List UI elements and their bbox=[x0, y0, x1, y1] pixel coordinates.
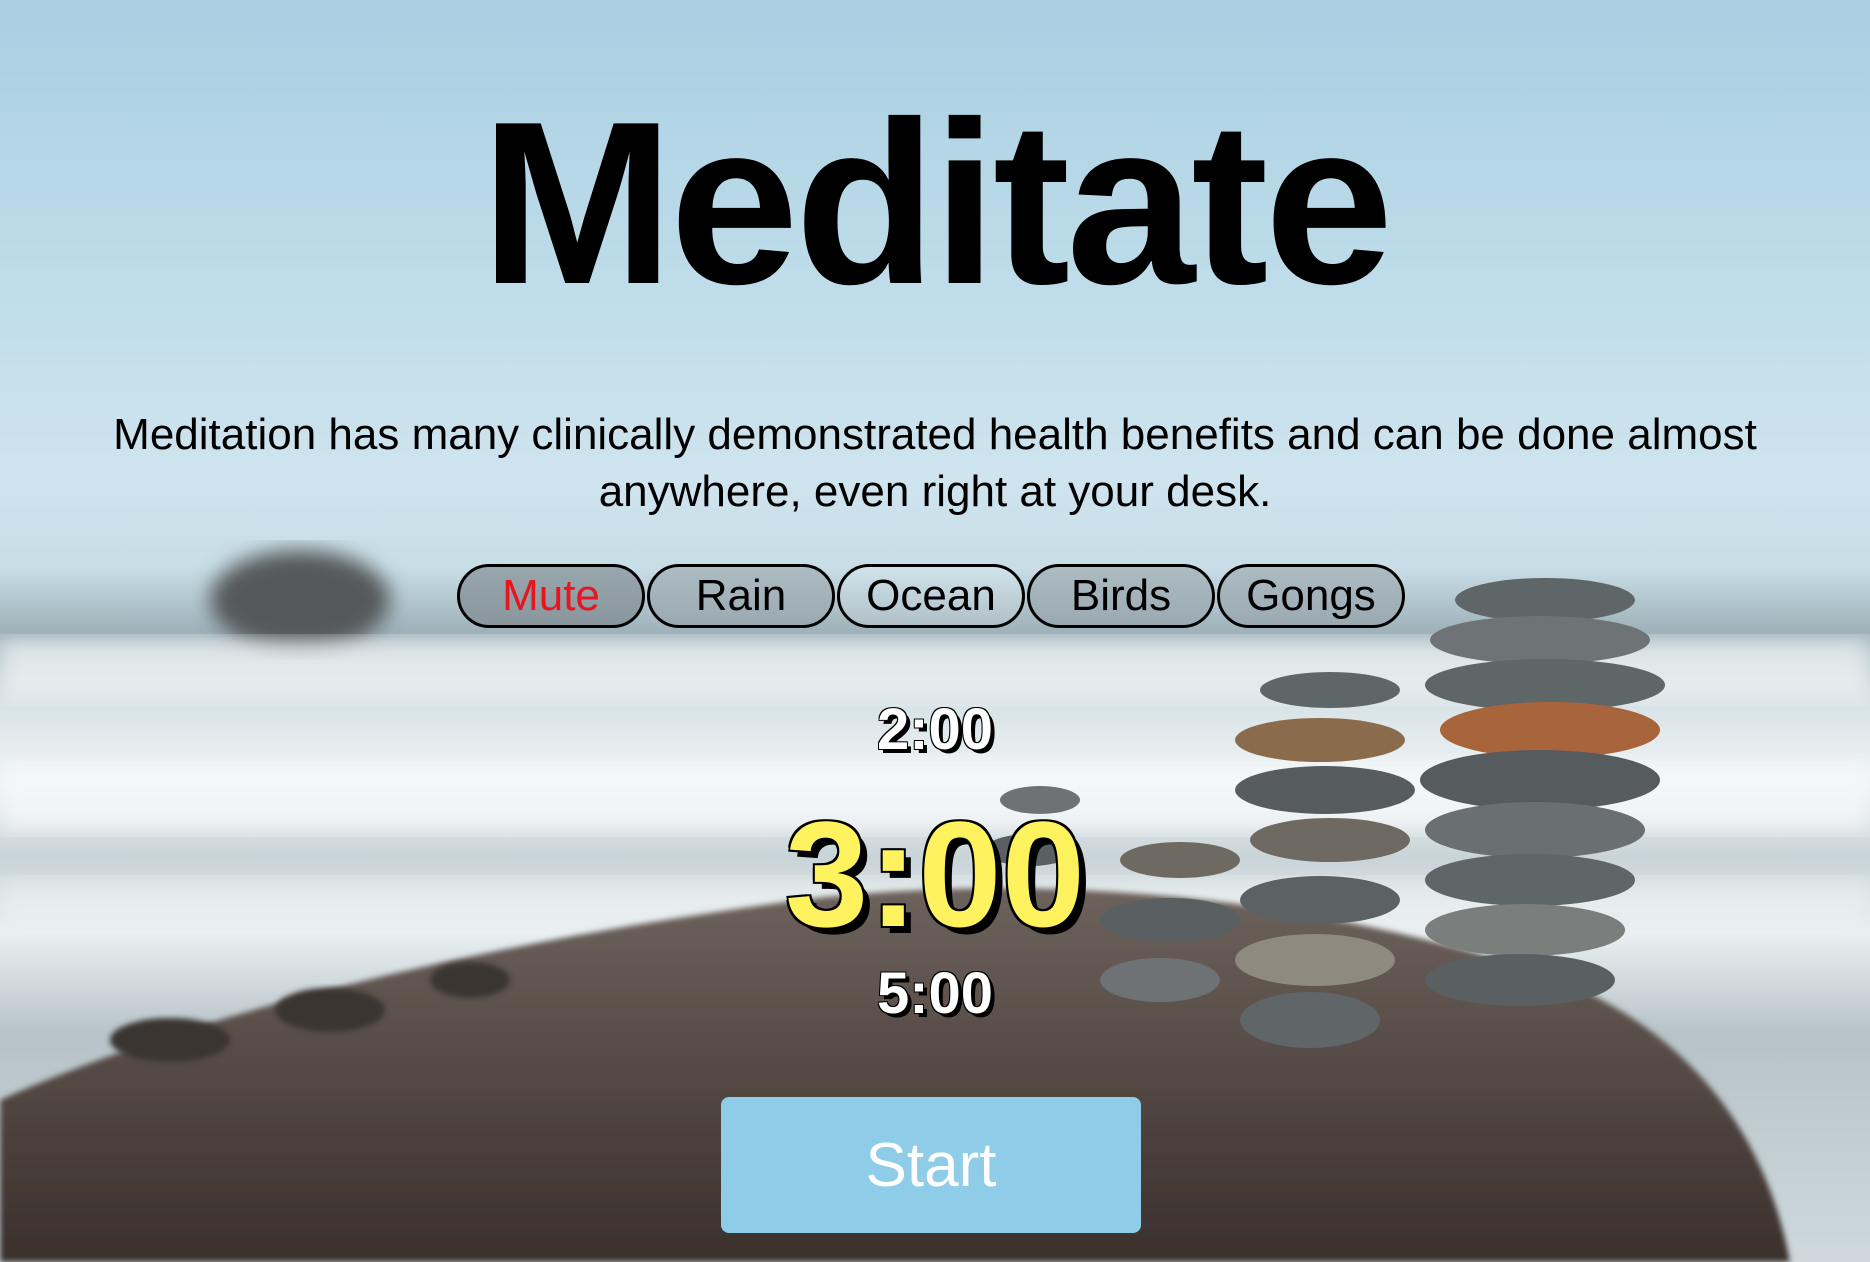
sound-button-birds[interactable]: Birds bbox=[1027, 564, 1215, 628]
sound-picker: Mute Rain Ocean Birds Gongs bbox=[457, 564, 1405, 628]
sound-button-gongs[interactable]: Gongs bbox=[1217, 564, 1405, 628]
page-description: Meditation has many clinically demonstra… bbox=[113, 410, 1757, 516]
duration-option-next[interactable]: 5:00 bbox=[0, 960, 1870, 1027]
duration-selected[interactable]: 3:00 bbox=[0, 788, 1870, 961]
sound-button-rain[interactable]: Rain bbox=[647, 564, 835, 628]
page-title: Meditate bbox=[480, 74, 1393, 333]
duration-option-previous[interactable]: 2:00 bbox=[0, 696, 1870, 763]
sound-button-ocean[interactable]: Ocean bbox=[837, 564, 1025, 628]
sound-button-mute[interactable]: Mute bbox=[457, 564, 645, 628]
meditate-app: Meditate Meditation has many clinically … bbox=[0, 0, 1870, 1262]
start-button[interactable]: Start bbox=[721, 1097, 1141, 1233]
